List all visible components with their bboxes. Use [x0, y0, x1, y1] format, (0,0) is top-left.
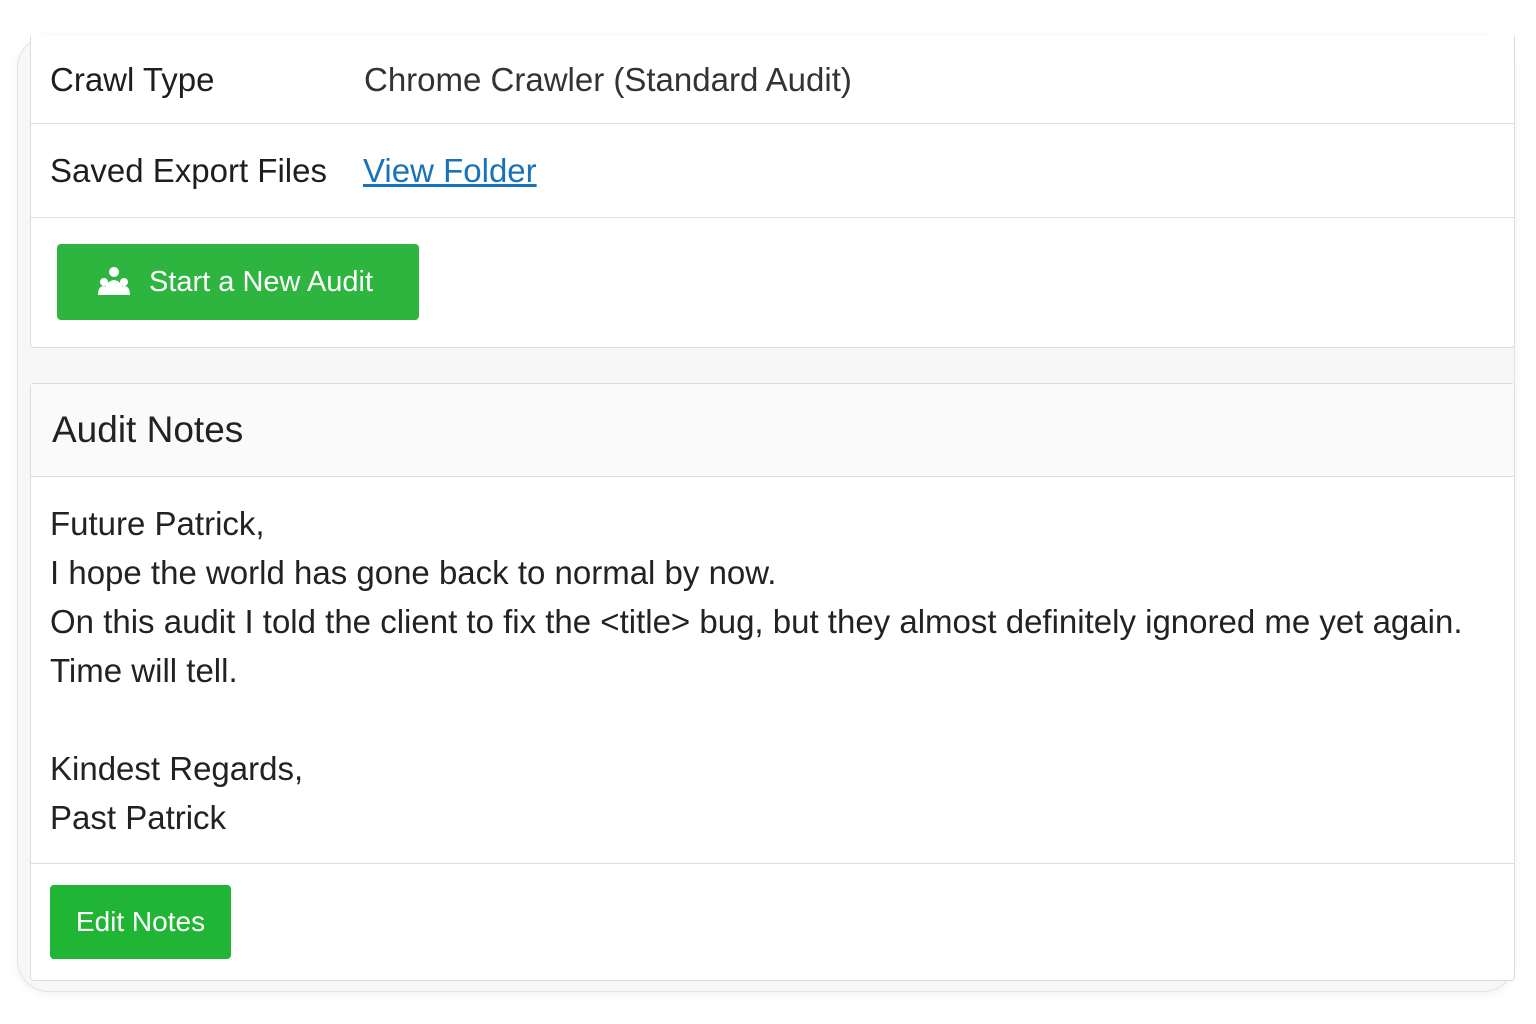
note-line: On this audit I told the client to fix t… — [50, 603, 1463, 640]
edit-notes-button[interactable]: Edit Notes — [50, 885, 231, 959]
note-line: Future Patrick, — [50, 505, 265, 542]
audit-notes-body: Future Patrick, I hope the world has gon… — [31, 477, 1514, 864]
note-line: Past Patrick — [50, 799, 227, 836]
crawl-type-value: Chrome Crawler (Standard Audit) — [364, 60, 852, 98]
crawl-type-row: Crawl Type Chrome Crawler (Standard Audi… — [31, 36, 1514, 124]
audit-details-panel: Crawl Type Chrome Crawler (Standard Audi… — [30, 36, 1515, 348]
note-line: Kindest Regards, — [50, 750, 304, 787]
saved-export-label: Saved Export Files — [50, 151, 327, 189]
saved-export-row: Saved Export Files View Folder — [31, 124, 1514, 218]
audit-notes-header: Audit Notes — [31, 384, 1514, 477]
note-line-blank — [50, 695, 1514, 744]
audit-notes-title: Audit Notes — [52, 409, 244, 450]
note-line: Time will tell. — [50, 652, 238, 689]
crawl-type-label: Crawl Type — [50, 60, 215, 98]
users-group-icon — [97, 265, 131, 299]
start-new-audit-button[interactable]: Start a New Audit — [57, 244, 419, 320]
view-folder-link[interactable]: View Folder — [363, 152, 537, 190]
note-line: I hope the world has gone back to normal… — [50, 554, 777, 591]
start-new-audit-label: Start a New Audit — [149, 265, 374, 298]
audit-notes-panel: Audit Notes Future Patrick, I hope the w… — [30, 383, 1515, 981]
